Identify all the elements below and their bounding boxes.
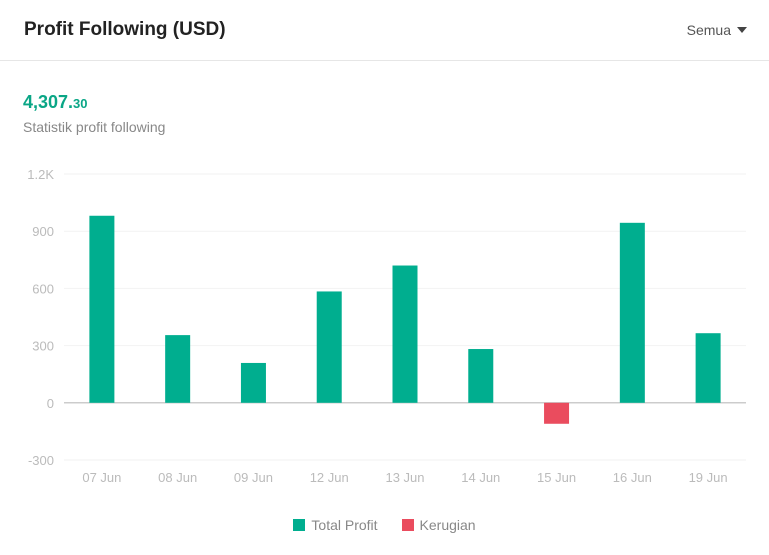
legend-swatch-total-profit (293, 519, 306, 531)
total-profit-int: 4,307. (23, 92, 74, 112)
page-title: Profit Following (USD) (24, 19, 226, 40)
legend-swatch-kerugian (401, 519, 414, 531)
x-tick-label: 09 Jun (234, 470, 273, 485)
stats-subtitle: Statistik profit following (23, 119, 166, 135)
y-tick-label: -300 (28, 453, 54, 468)
x-tick-label: 16 Jun (613, 470, 652, 485)
x-tick-label: 15 Jun (537, 470, 576, 485)
bar-total-profit[interactable] (468, 349, 494, 403)
period-filter-label: Semua (686, 22, 731, 38)
bar-total-profit[interactable] (89, 215, 115, 403)
bar-total-profit[interactable] (695, 333, 721, 403)
y-tick-label: 1.2K (27, 167, 54, 182)
total-profit-decimal: 30 (73, 96, 88, 111)
bar-total-profit[interactable] (165, 335, 191, 403)
legend-label-total-profit: Total Profit (311, 517, 378, 533)
x-tick-label: 19 Jun (689, 470, 728, 485)
x-tick-label: 08 Jun (158, 470, 197, 485)
bar-total-profit[interactable] (240, 362, 266, 403)
profit-bar-chart: -300 0 300 600 900 1.2K 07 Jun 08 Jun 09 Jun 12 J… (27, 167, 746, 485)
caret-down-icon (737, 27, 747, 33)
x-tick-label: 14 Jun (461, 470, 500, 485)
bar-total-profit[interactable] (392, 265, 418, 403)
total-profit-value: 4,307.30 (23, 92, 88, 113)
x-tick-label: 12 Jun (310, 470, 349, 485)
bar-total-profit[interactable] (619, 222, 645, 403)
y-tick-label: 600 (32, 281, 54, 296)
legend-label-kerugian: Kerugian (419, 517, 476, 533)
bar-kerugian[interactable] (544, 402, 570, 424)
period-filter-dropdown[interactable]: Semua (687, 22, 747, 38)
y-tick-label: 900 (32, 224, 54, 239)
y-tick-label: 0 (47, 396, 54, 411)
legend-item-total-profit[interactable]: Total Profit (293, 517, 378, 533)
x-tick-label: 13 Jun (385, 470, 424, 485)
chart-legend: Total Profit Kerugian (0, 517, 769, 533)
y-tick-label: 300 (32, 339, 54, 354)
card-header: Profit Following (USD) Semua (0, 0, 769, 61)
bar-total-profit[interactable] (316, 291, 342, 403)
legend-item-kerugian[interactable]: Kerugian (401, 517, 476, 533)
x-tick-label: 07 Jun (82, 470, 121, 485)
